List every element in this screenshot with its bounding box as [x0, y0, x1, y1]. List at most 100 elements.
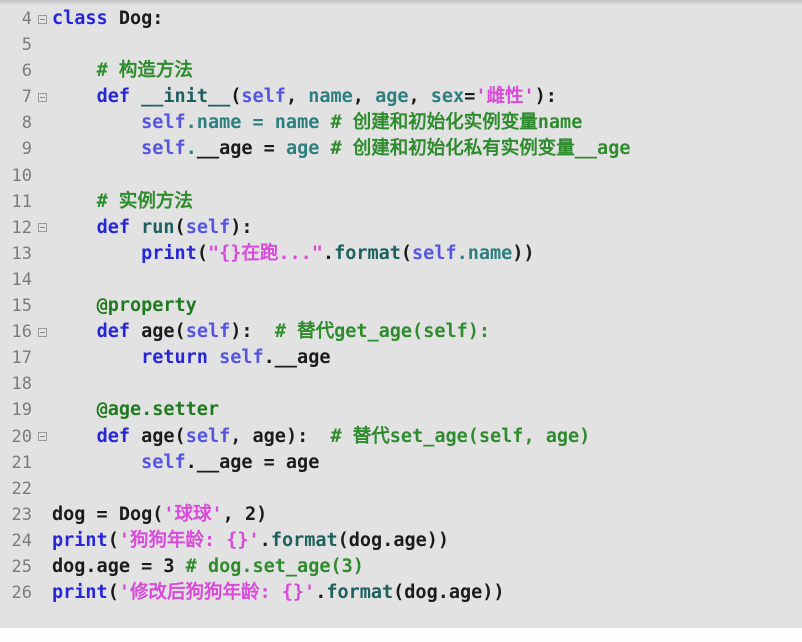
code-text[interactable]: class Dog: — [52, 6, 802, 32]
token-op: )) — [512, 242, 535, 264]
token-com: # dog.set_age(3) — [185, 555, 364, 577]
code-line[interactable]: 22 — [0, 476, 802, 502]
token-kw: def — [96, 425, 130, 447]
code-line[interactable]: 6 # 构造方法 — [0, 58, 802, 84]
line-gutter: 17 — [0, 345, 52, 371]
token-op: ( — [174, 425, 186, 447]
code-line[interactable]: 19 @age.setter — [0, 397, 802, 423]
code-line[interactable]: 26 print('修改后狗狗年龄: {}'.format(dog.age)) — [0, 580, 802, 606]
code-text[interactable]: # 构造方法 — [52, 58, 802, 84]
code-text[interactable]: def __init__(self, name, age, sex='雌性'): — [52, 84, 802, 110]
code-text[interactable] — [52, 163, 802, 189]
line-number: 16 — [11, 322, 32, 343]
code-text[interactable]: dog = Dog('球球', 2) — [52, 502, 802, 528]
line-gutter: 6 — [0, 58, 52, 84]
code-line[interactable]: 12 def run(self): — [0, 215, 802, 241]
token-op: ( — [400, 242, 413, 264]
token-com: # 创建和初始化实例变量name — [330, 112, 583, 134]
code-text[interactable] — [52, 267, 802, 293]
token-param: sex — [430, 86, 465, 108]
code-text[interactable]: dog.age = 3 # dog.set_age(3) — [52, 554, 802, 580]
token-op: ( — [107, 529, 119, 551]
fold-collapse-icon[interactable] — [36, 92, 49, 102]
code-line[interactable]: 17 return self.__age — [0, 345, 802, 371]
token-op: ): — [285, 425, 331, 447]
line-number: 15 — [11, 296, 32, 317]
line-number: 10 — [11, 165, 32, 186]
line-number: 17 — [11, 348, 32, 369]
code-line[interactable]: 24 print('狗狗年龄: {}'.format(dog.age)) — [0, 528, 802, 554]
token-op: , — [408, 86, 431, 108]
code-text[interactable] — [52, 32, 802, 58]
code-line[interactable]: 5 — [0, 32, 802, 58]
token-com: # 创建和初始化私有实例变量__age — [330, 138, 631, 160]
code-text[interactable]: self.__age = age — [52, 450, 802, 476]
code-editor-pane[interactable]: 4 class Dog: 5 6 # 构造方法 7 def __init__(self… — [0, 0, 802, 628]
token-selfkw: self — [219, 347, 264, 369]
token-op: , — [230, 425, 253, 447]
code-line[interactable]: 15 @property — [0, 293, 802, 319]
token-plain: = — [252, 138, 286, 160]
code-line[interactable]: 16 def age(self): # 替代get_age(self): — [0, 319, 802, 345]
fold-collapse-icon[interactable] — [36, 14, 49, 24]
token-kw: def — [96, 321, 130, 343]
code-text[interactable]: print("{}在跑...".format(self.name)) — [52, 241, 802, 267]
token-op: . — [322, 242, 335, 264]
fold-collapse-icon[interactable] — [36, 432, 49, 442]
token-com: # 实例方法 — [96, 190, 193, 212]
token-selfkw: self — [412, 242, 457, 264]
code-line[interactable]: 7 def __init__(self, name, age, sex='雌性'… — [0, 84, 802, 110]
token-op: . — [259, 529, 271, 551]
code-line[interactable]: 14 — [0, 267, 802, 293]
line-number: 11 — [11, 191, 32, 212]
token-com: # 替代set_age(self, age) — [330, 425, 591, 447]
code-line[interactable]: 4 class Dog: — [0, 6, 802, 32]
code-line[interactable]: 25 dog.age = 3 # dog.set_age(3) — [0, 554, 802, 580]
code-line[interactable]: 20 def age(self, age): # 替代set_age(self,… — [0, 424, 802, 450]
token-plain: age — [141, 321, 175, 343]
token-plain: age — [141, 425, 175, 447]
line-number: 21 — [11, 452, 32, 473]
code-text[interactable]: def age(self): # 替代get_age(self): — [52, 319, 802, 345]
code-lines-container[interactable]: 4 class Dog: 5 6 # 构造方法 7 def __init__(self… — [0, 6, 802, 606]
line-gutter: 9 — [0, 136, 52, 162]
line-number: 18 — [11, 374, 32, 395]
code-text[interactable]: # 实例方法 — [52, 189, 802, 215]
code-text[interactable]: def age(self, age): # 替代set_age(self, ag… — [52, 424, 802, 450]
code-text[interactable]: print('狗狗年龄: {}'.format(dog.age)) — [52, 528, 802, 554]
code-line[interactable]: 21 self.__age = age — [0, 450, 802, 476]
fold-collapse-icon[interactable] — [36, 327, 49, 337]
line-number: 22 — [11, 478, 32, 499]
token-kw: print — [52, 582, 108, 604]
code-text[interactable]: print('修改后狗狗年龄: {}'.format(dog.age)) — [52, 580, 802, 606]
code-line[interactable]: 23 dog = Dog('球球', 2) — [0, 502, 802, 528]
code-text[interactable] — [52, 476, 802, 502]
code-text[interactable]: @property — [52, 293, 802, 319]
code-line[interactable]: 13 print("{}在跑...".format(self.name)) — [0, 241, 802, 267]
fold-collapse-icon[interactable] — [36, 223, 49, 233]
code-text[interactable]: def run(self): — [52, 215, 802, 241]
token-str: "{}在跑..." — [207, 242, 323, 264]
code-line[interactable]: 8 self.name = name # 创建和初始化实例变量name — [0, 110, 802, 136]
line-number: 14 — [11, 269, 32, 290]
token-selfkw: self — [185, 321, 231, 343]
code-line[interactable]: 10 — [0, 163, 802, 189]
token-plain: , — [222, 503, 245, 525]
code-line[interactable]: 11 # 实例方法 — [0, 189, 802, 215]
code-text[interactable] — [52, 371, 802, 397]
code-text[interactable]: @age.setter — [52, 397, 802, 423]
code-text[interactable]: self.name = name # 创建和初始化实例变量name — [52, 110, 802, 136]
code-line[interactable]: 9 self.__age = age # 创建和初始化私有实例变量__age — [0, 136, 802, 162]
line-number: 12 — [11, 217, 32, 238]
token-kw: class — [52, 8, 108, 29]
code-line[interactable]: 18 — [0, 371, 802, 397]
code-text[interactable]: return self.__age — [52, 345, 802, 371]
code-text[interactable]: self.__age = age # 创建和初始化私有实例变量__age — [52, 136, 802, 162]
token-fname: format — [270, 529, 338, 551]
